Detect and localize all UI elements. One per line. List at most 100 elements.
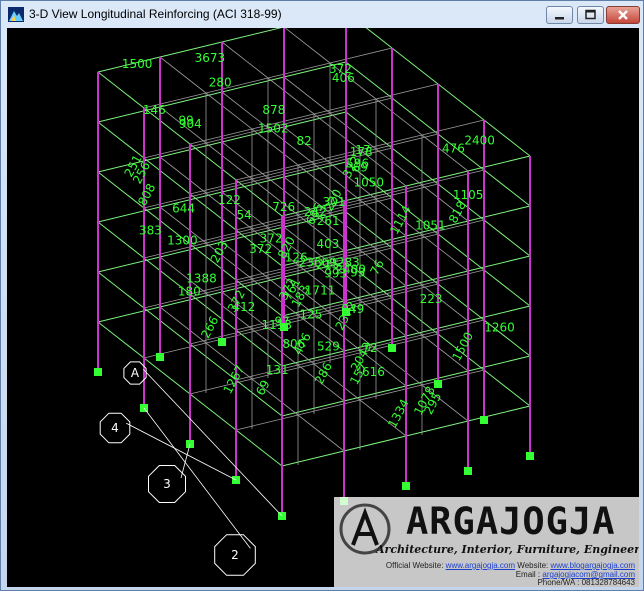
maximize-button[interactable]	[577, 6, 604, 24]
reinforcing-label: 280	[209, 75, 232, 89]
reinforcing-label: 1105	[453, 188, 484, 202]
reinforcing-label: 383	[139, 223, 162, 237]
website-label: Official Website:	[385, 561, 444, 570]
minimize-button[interactable]	[546, 6, 573, 24]
reinforcing-label: 1388	[186, 272, 217, 286]
support-marker	[480, 416, 488, 424]
beam-line	[281, 450, 345, 467]
beam-line	[375, 298, 423, 336]
reinforcing-label: 878	[262, 103, 285, 117]
beam-line	[189, 378, 253, 395]
brand-tagline: Architecture, Interior, Furniture, Engin…	[376, 543, 639, 556]
beam-line	[267, 162, 331, 179]
brand-name: ARGAJOGJA	[406, 500, 616, 543]
title-bar[interactable]: 3-D View Longitudinal Reinforcing (ACI 3…	[1, 1, 643, 28]
beam-line	[143, 357, 191, 395]
beam-line	[467, 355, 531, 372]
beam-line	[343, 285, 407, 302]
reinforcing-label: 3673	[195, 51, 226, 65]
beam-line	[284, 28, 331, 64]
beam-line	[97, 306, 161, 323]
reinforcing-label: 372	[249, 242, 272, 256]
beam-line	[143, 307, 191, 345]
beam-line	[189, 143, 237, 181]
beam-line	[221, 141, 269, 179]
beam-line	[97, 206, 161, 223]
beam-line	[235, 164, 299, 181]
beam-line	[159, 156, 207, 194]
reinforcing-label: 223	[420, 292, 443, 306]
beam-line	[159, 306, 207, 344]
beam-line	[343, 435, 407, 452]
beam-line	[205, 142, 253, 180]
reinforcing-label: 82	[296, 134, 311, 148]
support-marker	[218, 338, 226, 346]
beam-line	[467, 255, 531, 272]
reinforcing-label: 616	[362, 365, 385, 379]
beam-line	[421, 169, 485, 186]
beam-line	[375, 98, 423, 136]
beam-line	[221, 28, 282, 43]
beam-line	[391, 147, 439, 185]
beam-line	[359, 299, 407, 337]
grid-bubble-label: 4	[111, 421, 119, 435]
beam-line	[405, 420, 469, 437]
reinforcing-label: 125	[299, 307, 322, 321]
reinforcing-label: 131	[266, 363, 289, 377]
grid-bubble-label: 3	[163, 477, 171, 491]
close-button[interactable]	[606, 6, 640, 24]
beam-line	[467, 405, 531, 422]
reinforcing-label: 596	[346, 156, 369, 170]
watermark-panel: ARGAJOGJA Architecture, Interior, Furnit…	[334, 497, 639, 587]
beam-line	[97, 271, 145, 309]
reinforcing-label: 1050	[354, 175, 385, 189]
reinforcing-label: 301	[323, 195, 346, 209]
3d-model-viewport[interactable]: A432 476 131 23669283 256 69 280 295 72 223 220 40…	[7, 28, 639, 587]
window-title: 3-D View Longitudinal Reinforcing (ACI 3…	[29, 7, 282, 21]
reinforcing-label: 203	[208, 238, 231, 265]
reinforcing-label: 726	[272, 200, 295, 214]
website-link[interactable]: www.argajogja.com	[446, 561, 515, 570]
reinforcing-label: 261	[317, 214, 340, 228]
reinforcing-label: 266	[198, 314, 221, 341]
beam-line	[483, 369, 531, 407]
reinforcing-label: 904	[179, 117, 202, 131]
reinforcing-label: 122	[218, 193, 241, 207]
beam-line	[467, 155, 531, 172]
beam-line	[283, 111, 347, 128]
beam-line	[467, 305, 531, 322]
beam-line	[375, 83, 439, 100]
grid-bubble-label: A	[131, 366, 140, 380]
reinforcing-label: 1113	[261, 318, 292, 332]
beam-line	[235, 329, 283, 367]
reinforcing-label: 1051	[415, 218, 446, 232]
app-icon	[8, 7, 24, 22]
beam-line	[221, 41, 269, 79]
reinforcing-label: 1500	[122, 57, 153, 71]
beam-line	[483, 169, 531, 207]
beam-line	[483, 219, 531, 257]
close-icon	[618, 10, 628, 20]
beam-line	[421, 319, 485, 336]
support-marker	[402, 482, 410, 490]
beam-line	[345, 211, 393, 249]
reinforcing-label: 806	[282, 337, 305, 351]
support-marker	[464, 467, 472, 475]
beam-line	[467, 205, 531, 222]
beam-line	[437, 83, 485, 121]
beam-line	[391, 247, 439, 285]
beam-line	[97, 221, 145, 259]
beam-line	[329, 97, 393, 114]
reinforcing-label: 54	[237, 208, 252, 222]
reinforcing-label: 1300	[167, 233, 198, 247]
beam-line	[365, 28, 393, 49]
beam-line	[421, 234, 469, 272]
blog-link[interactable]: www.blogargajogja.com	[551, 561, 636, 570]
beam-line	[235, 414, 299, 431]
reinforcing-label: 412	[232, 300, 255, 314]
reinforcing-label: 529	[317, 339, 340, 353]
beam-line	[235, 429, 283, 467]
app-window: 3-D View Longitudinal Reinforcing (ACI 3…	[0, 0, 644, 591]
beam-line	[283, 76, 331, 114]
reinforcing-label: 644	[172, 201, 195, 215]
